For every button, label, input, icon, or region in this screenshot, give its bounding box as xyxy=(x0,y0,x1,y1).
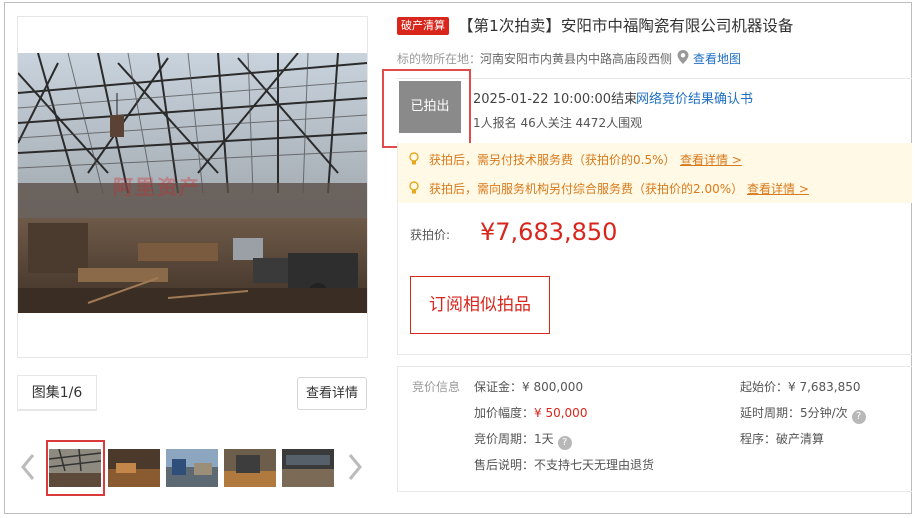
delay-text: 延时周期：5分钟/次 xyxy=(740,406,848,420)
image-watermark: 阿里资产 xyxy=(113,175,201,199)
winning-price-value: ¥7,683,850 xyxy=(480,218,618,246)
main-image[interactable]: 阿里资产 xyxy=(18,53,367,313)
increment-value: ¥ 50,000 xyxy=(534,406,588,420)
subscribe-similar-button[interactable]: 订阅相似拍品 xyxy=(410,276,550,334)
help-icon[interactable]: ? xyxy=(851,410,866,424)
next-arrow-icon[interactable] xyxy=(345,452,365,482)
view-details-button[interactable]: 查看详情 xyxy=(297,377,367,410)
result-confirmation-link[interactable]: 网络竞价结果确认书 xyxy=(636,88,753,107)
start-price: 起始价：¥ 7,683,850 xyxy=(740,380,861,394)
increment: 加价幅度：¥ 50,000 xyxy=(474,404,587,421)
lightbulb-icon xyxy=(408,180,420,194)
winning-price-label: 获拍价: xyxy=(410,228,451,242)
location-label: 标的物所在地： xyxy=(397,52,482,66)
increment-label: 加价幅度： xyxy=(474,406,535,420)
bankruptcy-badge: 破产清算 xyxy=(397,17,449,35)
after-sale-note: 售后说明：不支持七天无理由退货 xyxy=(474,458,655,472)
divider xyxy=(397,354,912,355)
thumbnail-selected-frame xyxy=(46,440,105,496)
thumbnail-4[interactable] xyxy=(224,449,276,487)
notice-link-2[interactable]: 查看详情 > xyxy=(747,180,809,197)
auction-stats: 1人报名 46人关注 4472人围观 xyxy=(473,116,643,130)
thumbnail-5[interactable] xyxy=(282,449,334,487)
status-highlight-frame xyxy=(382,69,471,148)
location-value: 河南安阳市内黄县内中路高庙段西侧 xyxy=(480,52,673,66)
delay-period: 延时周期：5分钟/次? xyxy=(740,404,866,424)
page-title: 【第1次拍卖】安阳市中福陶瓷有限公司机器设备 xyxy=(458,17,794,35)
bid-cycle-text: 竞价周期：1天 xyxy=(474,432,554,446)
deposit: 保证金：¥ 800,000 xyxy=(474,380,584,394)
divider xyxy=(397,142,398,354)
help-icon[interactable]: ? xyxy=(557,436,572,450)
bid-cycle: 竞价周期：1天? xyxy=(474,430,572,450)
map-pin-icon[interactable] xyxy=(676,49,690,65)
view-map-link[interactable]: 查看地图 xyxy=(693,50,741,67)
bid-info-heading: 竞价信息 xyxy=(412,380,461,394)
lightbulb-icon xyxy=(408,151,420,165)
notice-text-2: 获拍后，需向服务机构另付综合服务费（获拍价的2.00%） xyxy=(429,182,744,196)
thumbnail-3[interactable] xyxy=(166,449,218,487)
main-image-container: 阿里资产 xyxy=(17,16,368,358)
notice-link-1[interactable]: 查看详情 > xyxy=(680,151,742,168)
notice-text-1: 获拍后，需另付技术服务费（获拍价的0.5%） xyxy=(429,153,676,167)
procedure: 程序：破产清算 xyxy=(740,432,825,446)
end-time: 2025-01-22 10:00:00结束 xyxy=(473,92,638,107)
gallery-tab[interactable]: 图集1/6 xyxy=(17,375,97,411)
thumbnail-2[interactable] xyxy=(108,449,160,487)
prev-arrow-icon[interactable] xyxy=(18,452,38,482)
